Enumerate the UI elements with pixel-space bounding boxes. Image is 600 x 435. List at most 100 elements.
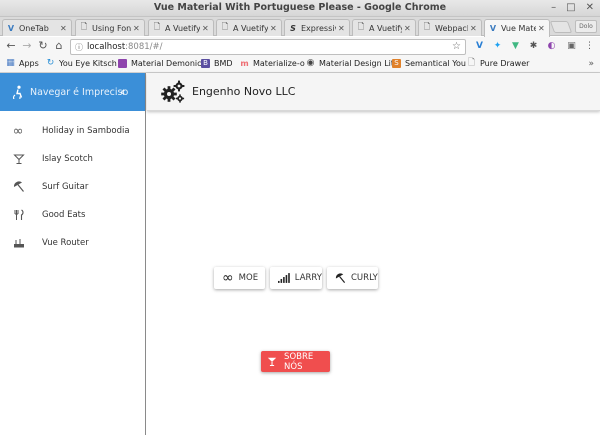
back-arrow-icon[interactable]: ← (4, 39, 18, 53)
sidebar-item-holiday-in-sambodia[interactable]: ∞ Holiday in Sambodia (0, 117, 146, 145)
url-host: localhost (87, 42, 126, 52)
browser-tab[interactable]: 🗋 A Vuetify T ✕ (148, 19, 214, 36)
browser-tab[interactable]: S Expressiv ✕ (284, 19, 350, 36)
tab-close-icon[interactable]: ✕ (133, 24, 141, 33)
palette-icon[interactable]: ◐ (546, 40, 557, 52)
vue-logo-icon[interactable]: ▼ (510, 40, 521, 52)
forward-arrow-icon[interactable]: → (20, 39, 34, 53)
bookmark-item[interactable]: 🗋 Pure Drawer (467, 58, 530, 69)
tab-close-icon[interactable]: ✕ (470, 24, 478, 33)
tab-close-icon[interactable]: ✕ (270, 24, 278, 33)
close-window-button[interactable]: ✕ (586, 2, 594, 14)
minimize-button[interactable]: – (551, 2, 556, 14)
sidebar-item-label: Vue Router (42, 238, 89, 248)
menu-icon[interactable]: ⋮ (584, 40, 595, 52)
sidebar-item-good-eats[interactable]: Good Eats (0, 201, 146, 229)
sidebar-item-label: Good Eats (42, 210, 86, 220)
browser-tab[interactable]: 🗋 A Vuetify T ✕ (352, 19, 416, 36)
tab-close-icon[interactable]: ✕ (338, 24, 346, 33)
tab-close-icon[interactable]: ✕ (60, 24, 68, 33)
larry-button[interactable]: LARRY (270, 267, 322, 289)
bookmark-label: Material Demonics (131, 59, 206, 68)
browser-tab[interactable]: 🗋 Webpack ✕ (418, 19, 482, 36)
bookmark-label: Pure Drawer (480, 59, 530, 68)
router-icon (14, 239, 24, 248)
sidebar-item-surf-guitar[interactable]: Surf Guitar (0, 173, 146, 201)
nav-drawer: Navegar é Impreciso ‹ ∞ Holiday in Sambo… (0, 73, 146, 435)
bookmark-item[interactable]: m Materialize-o (240, 59, 305, 68)
moe-button-label: MOE (238, 273, 259, 283)
tab-label: Expressiv (301, 23, 336, 33)
page-icon: 🗋 (221, 22, 229, 31)
larry-button-label: LARRY (294, 273, 322, 283)
maximize-button[interactable]: □ (566, 2, 575, 14)
info-icon[interactable]: ⓘ (75, 42, 83, 53)
more-bookmarks-icon[interactable]: » (588, 59, 594, 69)
tab-close-icon[interactable]: ✕ (538, 24, 546, 33)
bookmark-apps[interactable]: ▦ Apps (6, 58, 39, 69)
vue-devtools-icon[interactable]: V (474, 40, 485, 52)
drawer-title: Navegar é Impreciso (30, 86, 129, 98)
bookmarks-bar: ▦ Apps ↻ You Eye Kitsch Material Demonic… (0, 57, 600, 73)
home-icon[interactable]: ⌂ (52, 39, 66, 53)
browser-tab[interactable]: V OneTab ✕ (2, 19, 72, 36)
bookmark-label: BMD (214, 59, 233, 68)
bookmark-item[interactable]: ◉ Material Design Lite (306, 58, 399, 69)
puzzle-icon[interactable]: ✱ (528, 40, 539, 52)
infinity-icon: ∞ (12, 123, 24, 139)
page-icon: 🗋 (153, 22, 161, 31)
bookmark-item[interactable]: S Semantical You (392, 59, 466, 68)
page-icon: 🗋 (467, 58, 476, 68)
sidebar-item-label: Islay Scotch (42, 154, 93, 164)
window-title: Vue Material With Portuguese Please - Go… (153, 2, 447, 13)
semantic-icon: S (392, 59, 401, 68)
gears-icon (161, 80, 185, 103)
cocktail-icon (13, 154, 25, 164)
bookmark-label: Materialize-o (253, 59, 305, 68)
vue-icon: V (489, 24, 497, 33)
materialize-icon: m (240, 59, 249, 68)
bookmark-label: You Eye Kitsch (59, 59, 117, 68)
twitter-icon[interactable]: ✦ (492, 40, 503, 52)
tab-label: A Vuetify T (233, 23, 268, 33)
about-us-button[interactable]: SOBRE NÓS (261, 351, 330, 372)
chevron-left-icon[interactable]: ‹ (120, 85, 125, 100)
tab-label: Webpack (435, 23, 468, 33)
bookmark-label: Material Design Lite (319, 59, 399, 68)
cocktail-icon (267, 357, 277, 367)
curly-button-label: CURLY (351, 273, 378, 283)
apps-grid-icon: ▦ (6, 58, 15, 68)
reload-icon[interactable]: ↻ (36, 39, 50, 53)
page-icon: 🗋 (423, 22, 431, 31)
app-title: Engenho Novo LLC (192, 85, 296, 98)
browser-tab-active[interactable]: V Vue Mater ✕ (484, 19, 550, 37)
moe-button[interactable]: ∞ MOE (214, 267, 265, 289)
curly-button[interactable]: CURLY (327, 267, 378, 289)
tab-label: Using Fon (92, 23, 131, 33)
sidebar-item-vue-router[interactable]: Vue Router (0, 229, 146, 257)
page-icon: 🗋 (357, 22, 365, 31)
about-us-label: SOBRE NÓS (284, 351, 314, 372)
tab-close-icon[interactable]: ✕ (404, 24, 412, 33)
purple-square-icon (118, 59, 127, 68)
profile-button[interactable]: Dolo (575, 20, 597, 33)
bookmark-item[interactable]: ↻ You Eye Kitsch (46, 59, 117, 69)
reader-icon[interactable]: ▣ (566, 40, 577, 52)
onetab-icon: V (7, 23, 15, 33)
browser-tab[interactable]: 🗋 A Vuetify T ✕ (216, 19, 282, 36)
bookmark-star-icon[interactable]: ☆ (452, 41, 461, 52)
window-controls: – □ ✕ (551, 2, 594, 14)
tab-close-icon[interactable]: ✕ (202, 24, 210, 33)
browser-tab[interactable]: 🗋 Using Fon ✕ (75, 19, 145, 36)
bookmark-item[interactable]: Material Demonics (118, 59, 206, 68)
mdl-logo-icon: ◉ (306, 58, 315, 68)
address-bar[interactable]: ⓘ localhost :8081/#/ ☆ (70, 39, 466, 55)
sidebar-item-islay-scotch[interactable]: Islay Scotch (0, 145, 146, 173)
beach-umbrella-icon (335, 272, 346, 283)
tab-label: A Vuetify T (369, 23, 402, 33)
bookmark-item[interactable]: B BMD (201, 59, 233, 68)
browser-toolbar: ← → ↻ ⌂ ⓘ localhost :8081/#/ ☆ V ✦ ▼ ✱ ◐… (0, 37, 600, 57)
bookmark-label: Apps (19, 59, 39, 68)
utensils-icon (14, 209, 24, 220)
new-tab-button[interactable] (549, 21, 573, 33)
